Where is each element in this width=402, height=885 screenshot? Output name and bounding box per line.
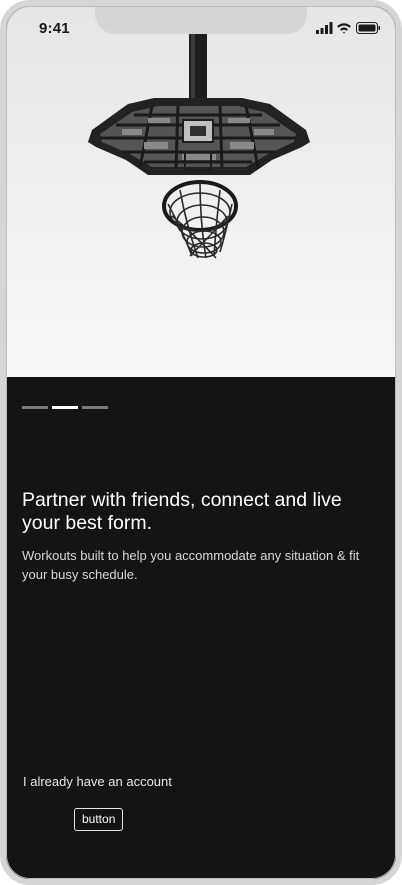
onboarding-headline: Partner with friends, connect and live y…	[22, 489, 342, 534]
hero-image	[6, 6, 396, 377]
primary-button[interactable]: button	[74, 808, 124, 831]
page-dot-3[interactable]	[82, 406, 108, 409]
onboarding-subtext: Workouts built to help you accommodate a…	[22, 548, 360, 582]
wifi-icon	[337, 23, 351, 34]
onboarding-panel: Partner with friends, connect and live y…	[6, 377, 396, 879]
status-bar: 9:41	[6, 6, 396, 50]
login-link[interactable]: I already have an account	[23, 774, 172, 789]
battery-icon	[356, 22, 380, 34]
status-time: 9:41	[39, 20, 70, 37]
page-dot-1[interactable]	[22, 406, 48, 409]
basketball-hoop-image	[88, 34, 310, 259]
cellular-signal-icon	[316, 22, 333, 34]
page-dot-2-active[interactable]	[52, 406, 78, 409]
status-icons	[316, 22, 380, 34]
phone-frame: 9:41 Partner with friends, connect and l…	[0, 0, 402, 885]
